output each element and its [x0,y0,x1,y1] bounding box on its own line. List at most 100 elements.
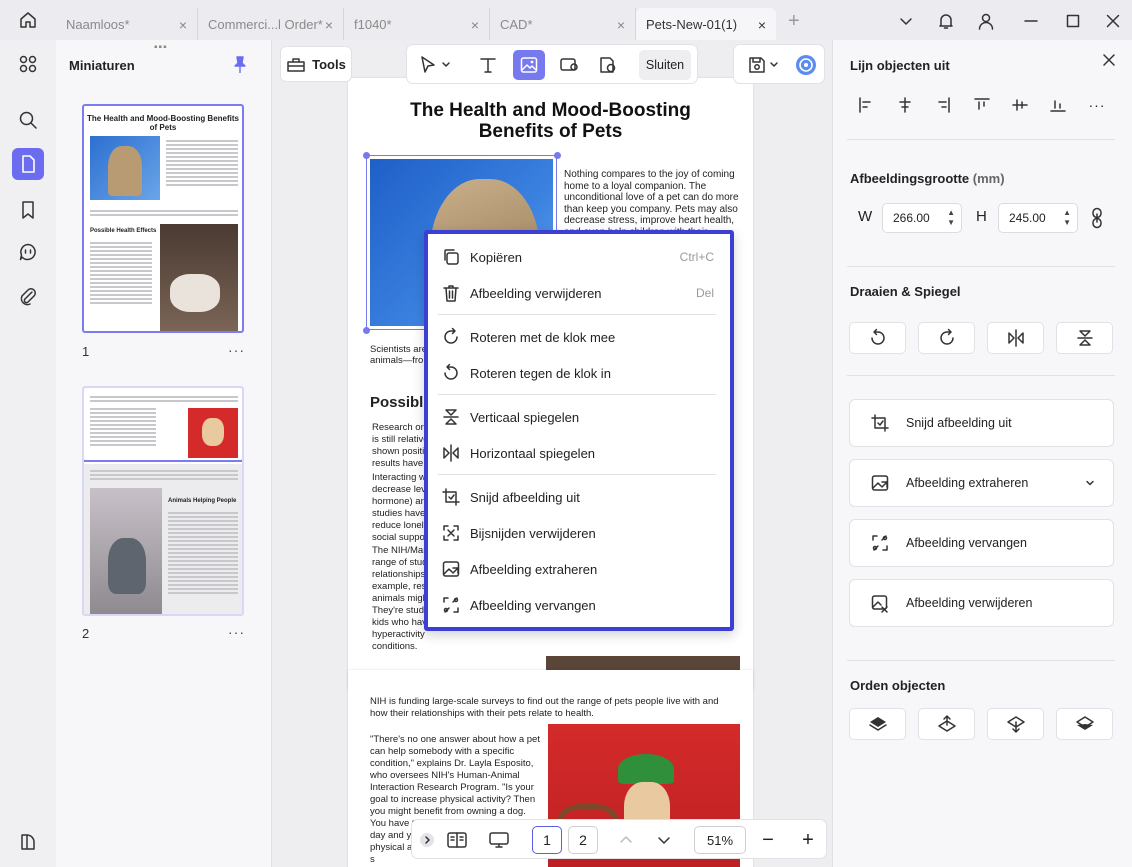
rotate-clockwise-button[interactable] [918,322,975,354]
align-center-horizontal-button[interactable] [894,94,916,116]
align-left-button[interactable] [855,94,877,116]
link-tool-button[interactable] [555,50,585,80]
presentation-button[interactable] [486,826,512,854]
next-page-button[interactable] [654,826,674,854]
resize-handle[interactable] [363,152,370,159]
height-label: H [976,208,987,225]
resize-handle[interactable] [554,152,561,159]
thumbnail-page-2[interactable]: Animals Helping People [82,386,244,616]
body-text: animals—from [370,355,432,366]
zoom-level-input[interactable]: 51% [694,826,746,854]
tabs-dropdown-button[interactable] [895,10,917,32]
collapse-bar-button[interactable] [418,826,436,854]
close-icon[interactable]: × [758,17,766,33]
align-middle-vertical-button[interactable] [1009,94,1031,116]
menu-item-rotate-clockwise[interactable]: Roteren met de klok mee [438,321,720,353]
replace-image-button[interactable]: Afbeelding vervangen [849,519,1114,567]
height-stepper[interactable]: ▲ ▼ [1063,208,1071,228]
add-tab-button[interactable]: + [788,10,800,33]
resize-handle[interactable] [363,327,370,334]
maximize-button[interactable] [1062,10,1084,32]
home-button[interactable] [0,0,56,40]
watermark-tool-button[interactable] [593,50,623,80]
height-input[interactable]: 245.00 ▲ ▼ [998,203,1078,233]
replace-image-icon [443,597,459,613]
bookmarks-button[interactable] [12,194,44,226]
delete-image-button[interactable]: Afbeelding verwijderen [849,579,1114,627]
sidebar-toggle-button[interactable] [12,826,44,858]
thumbnail-image-dog-hat [188,408,238,458]
menu-item-remove-crop[interactable]: Bijsnijden verwijderen [438,517,720,549]
ai-assistant-button[interactable] [792,50,820,80]
crop-image-button[interactable]: Snijd afbeelding uit [849,399,1114,447]
align-bottom-button[interactable] [1047,94,1069,116]
reading-mode-button[interactable] [444,826,470,854]
attachments-button[interactable] [12,280,44,312]
align-top-button[interactable] [971,94,993,116]
search-button[interactable] [12,104,44,136]
pin-button[interactable] [232,56,248,77]
menu-item-delete-image[interactable]: Afbeelding verwijderen Del [438,277,720,309]
page-2-button[interactable]: 2 [568,826,598,854]
tab-cad[interactable]: CAD* × [490,8,636,40]
rotate-counterclockwise-button[interactable] [849,322,906,354]
text-tool-button[interactable] [473,50,503,80]
previous-page-button[interactable] [616,826,636,854]
close-window-button[interactable] [1102,10,1124,32]
text-icon [480,58,496,73]
menu-item-extract-image[interactable]: Afbeelding extraheren [438,553,720,585]
notifications-button[interactable] [935,10,957,32]
panel-grip[interactable]: ▪▪▪ [154,42,168,53]
thumbnail-more-button[interactable]: ··· [228,342,245,358]
menu-item-flip-horizontal[interactable]: Horizontaal spiegelen [438,437,720,469]
tab-naamloos[interactable]: Naamloos* × [56,8,198,40]
close-icon[interactable]: × [179,17,187,33]
bring-to-front-button[interactable] [849,708,906,740]
tab-f1040[interactable]: f1040* × [344,8,490,40]
thumbnail-page-1[interactable]: The Health and Mood-Boosting Benefits of… [82,104,244,333]
width-input[interactable]: 266.00 ▲ ▼ [882,203,962,233]
width-stepper[interactable]: ▲ ▼ [947,208,955,228]
tab-pets-new[interactable]: Pets-New-01(1) × [636,8,776,40]
tab-commercial-order[interactable]: Commerci...l Order* × [198,8,344,40]
account-button[interactable] [975,10,997,32]
pages-icon [22,155,35,173]
align-right-button[interactable] [932,94,954,116]
lock-ratio-button[interactable] [1090,207,1104,232]
thumbnail-more-button[interactable]: ··· [228,624,245,640]
minimize-button[interactable] [1020,10,1042,32]
menu-item-flip-vertical[interactable]: Verticaal spiegelen [438,401,720,433]
page-navigation-bar: 1 2 51% − + [411,819,827,859]
apps-button[interactable] [12,48,44,80]
close-icon[interactable]: × [325,17,333,33]
comments-button[interactable] [12,236,44,268]
close-edit-button[interactable]: Sluiten [639,50,691,80]
menu-item-copy[interactable]: Kopiëren Ctrl+C [438,241,720,273]
send-to-back-button[interactable] [1056,708,1113,740]
pin-icon [234,56,246,73]
menu-item-replace-image[interactable]: Afbeelding vervangen [438,589,720,621]
more-align-button[interactable]: ··· [1086,94,1108,116]
select-tool-button[interactable] [413,50,457,80]
close-panel-button[interactable] [1103,54,1115,69]
save-icon [749,57,778,73]
zoom-in-button[interactable]: + [796,826,820,854]
flip-vertical-button[interactable] [1056,322,1113,354]
close-icon[interactable]: × [471,17,479,33]
chevron-down-icon [900,18,912,25]
zoom-out-button[interactable]: − [756,826,780,854]
context-menu: Kopiëren Ctrl+C Afbeelding verwijderen D… [424,230,734,631]
send-backward-button[interactable] [987,708,1044,740]
chevron-down-icon[interactable] [1085,476,1095,491]
menu-item-crop-image[interactable]: Snijd afbeelding uit [438,481,720,513]
image-tool-button[interactable] [513,50,545,80]
close-icon[interactable]: × [617,17,625,33]
thumbnails-button[interactable] [12,148,44,180]
save-button[interactable] [742,50,786,80]
bring-forward-button[interactable] [918,708,975,740]
menu-item-rotate-counterclockwise[interactable]: Roteren tegen de klok in [438,357,720,389]
extract-image-button[interactable]: Afbeelding extraheren [849,459,1114,507]
page-1-button[interactable]: 1 [532,826,562,854]
tools-button[interactable]: Tools [280,46,352,82]
flip-horizontal-button[interactable] [987,322,1044,354]
